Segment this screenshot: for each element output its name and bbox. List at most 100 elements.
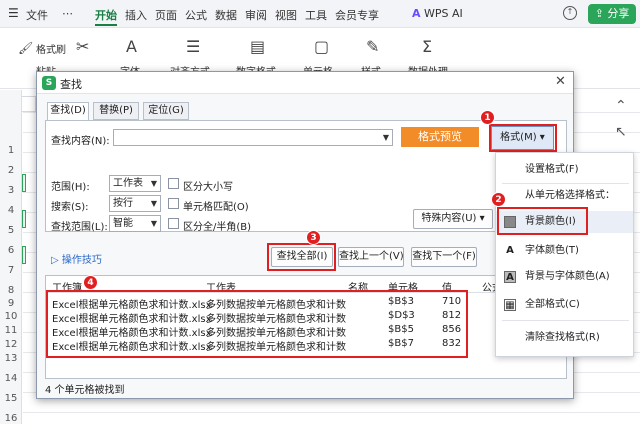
- share-button[interactable]: ⇪ 分享: [588, 4, 636, 24]
- font-icon[interactable]: A: [126, 39, 137, 55]
- find-dialog: S 查找 ✕ 查找(D) 替换(P) 定位(G) 查找内容(N): ▼ 格式预览…: [36, 71, 574, 399]
- chevron-down-icon[interactable]: ▼: [383, 130, 389, 145]
- step-badge: 2: [491, 192, 506, 207]
- lookin-select[interactable]: 智能 ▼: [109, 215, 161, 232]
- menu-divider: [502, 183, 629, 184]
- menu-item-label: 背景与字体颜色(A): [525, 271, 610, 282]
- find-content-input[interactable]: ▼: [113, 129, 393, 146]
- menu-file[interactable]: 文件: [26, 7, 48, 23]
- row-number[interactable]: 2: [0, 165, 22, 176]
- menu-formula[interactable]: 公式: [185, 7, 207, 23]
- row-number[interactable]: 13: [0, 353, 22, 364]
- row-number[interactable]: 1: [0, 145, 22, 156]
- match-cell-label[interactable]: 单元格匹配(O): [183, 198, 249, 213]
- match-cell-checkbox[interactable]: [168, 198, 179, 209]
- cells-icon[interactable]: ▢: [314, 39, 329, 55]
- tab-replace[interactable]: 替换(P): [93, 102, 139, 120]
- cloud-upload-icon[interactable]: ↑: [563, 6, 577, 20]
- active-tab-indicator: [95, 24, 117, 26]
- match-case-checkbox[interactable]: [168, 178, 179, 189]
- row-selection-marker: [22, 210, 26, 228]
- sum-icon[interactable]: Σ: [422, 39, 432, 55]
- tab-goto[interactable]: 定位(G): [143, 102, 189, 120]
- brush-icon[interactable]: 🖌: [18, 40, 33, 56]
- menu-page[interactable]: 页面: [155, 7, 177, 23]
- row-number[interactable]: 15: [0, 393, 22, 404]
- format-preview: 格式预览: [401, 127, 479, 147]
- expand-icon[interactable]: ⌃: [615, 98, 627, 114]
- menu-item-label: 全部格式(C): [525, 299, 580, 310]
- format-painter-label[interactable]: 格式刷: [36, 41, 66, 56]
- menu-item-font-color[interactable]: A 字体颜色(T): [496, 240, 633, 262]
- fill-font-color-icon: A: [504, 271, 516, 283]
- menu-member[interactable]: 会员专享: [335, 7, 379, 23]
- lookin-label: 查找范围(L):: [51, 222, 108, 233]
- menu-item-clear-format[interactable]: 清除查找格式(R): [496, 327, 633, 349]
- special-content-button[interactable]: 特殊内容(U) ▾: [413, 209, 493, 229]
- row-number[interactable]: 12: [0, 339, 22, 350]
- menu-view[interactable]: 视图: [275, 7, 297, 23]
- row-number[interactable]: 9: [0, 298, 22, 309]
- row-number[interactable]: 6: [0, 245, 22, 256]
- status-text: 4 个单元格被找到: [45, 385, 125, 396]
- style-icon[interactable]: ✎: [366, 39, 379, 55]
- menu-icon[interactable]: ☰: [8, 6, 19, 20]
- wps-ai-label: WPS AI: [424, 7, 463, 20]
- row-number[interactable]: 16: [0, 413, 22, 424]
- row-number[interactable]: 8: [0, 285, 22, 296]
- more-icon[interactable]: ⋯: [62, 7, 73, 20]
- scope-select[interactable]: 工作表 ▼: [109, 175, 161, 192]
- row-number[interactable]: 5: [0, 225, 22, 236]
- menu-item-set-format[interactable]: 设置格式(F): [496, 159, 633, 181]
- wps-ai-button[interactable]: A WPS AI: [412, 7, 463, 20]
- find-content-label: 查找内容(N):: [51, 136, 110, 147]
- highlight-find-all: [267, 243, 336, 271]
- menu-item-all-formats[interactable]: ▦ 全部格式(C): [496, 294, 633, 316]
- menu-home[interactable]: 开始: [95, 7, 117, 23]
- dialog-title-bar[interactable]: S 查找 ✕: [37, 72, 573, 94]
- cursor-icon[interactable]: ↖: [615, 124, 627, 140]
- menu-tools[interactable]: 工具: [305, 7, 327, 23]
- share-label: 分享: [607, 7, 630, 20]
- find-prev-button[interactable]: 查找上一个(V): [338, 247, 404, 267]
- scope-label: 范围(H):: [51, 182, 90, 193]
- share-icon: ⇪: [594, 7, 604, 20]
- row-number[interactable]: 4: [0, 205, 22, 216]
- menu-insert[interactable]: 插入: [125, 7, 147, 23]
- menu-data[interactable]: 数据: [215, 7, 237, 23]
- menu-item-bg-font-color[interactable]: A 背景与字体颜色(A): [496, 266, 633, 288]
- find-next-button[interactable]: 查找下一个(F): [411, 247, 477, 267]
- highlight-background-color: [497, 207, 588, 235]
- menu-section-text: 从单元格选择格式：: [525, 190, 615, 201]
- row-selection-marker: [22, 174, 26, 192]
- match-width-checkbox[interactable]: [168, 218, 179, 229]
- cut-icon[interactable]: ✂: [76, 39, 89, 55]
- row-number[interactable]: 3: [0, 185, 22, 196]
- play-icon: ▷: [51, 255, 59, 266]
- menu-divider: [502, 320, 629, 321]
- highlight-format-button: [489, 124, 557, 152]
- row-number[interactable]: 7: [0, 265, 22, 276]
- menu-review[interactable]: 审阅: [245, 7, 267, 23]
- match-case-label[interactable]: 区分大小写: [183, 178, 233, 193]
- match-width-label[interactable]: 区分全/半角(B): [183, 218, 251, 233]
- search-value: 按行: [113, 198, 133, 209]
- row-header: 1 2 3 4 5 6 7 8 9 10 11 12 13 14 15 16: [0, 90, 22, 424]
- tips-link[interactable]: ▷ 操作技巧: [51, 251, 102, 266]
- row-selection-marker: [22, 246, 26, 264]
- close-icon[interactable]: ✕: [555, 74, 566, 89]
- row-number[interactable]: 14: [0, 373, 22, 384]
- align-icon[interactable]: ☰: [186, 39, 200, 55]
- lookin-value: 智能: [113, 218, 133, 229]
- number-format-icon[interactable]: ▤: [250, 39, 265, 55]
- menu-item-label: 设置格式(F): [525, 164, 579, 175]
- menu-item-label: 字体颜色(T): [525, 245, 579, 256]
- row-number[interactable]: 11: [0, 325, 22, 336]
- search-select[interactable]: 按行 ▼: [109, 195, 161, 212]
- tab-find[interactable]: 查找(D): [47, 102, 89, 121]
- chevron-down-icon: ▼: [150, 199, 157, 208]
- tips-label: 操作技巧: [61, 255, 102, 266]
- scope-value: 工作表: [113, 178, 143, 189]
- row-number[interactable]: 10: [0, 311, 22, 322]
- step-badge: 4: [83, 275, 98, 290]
